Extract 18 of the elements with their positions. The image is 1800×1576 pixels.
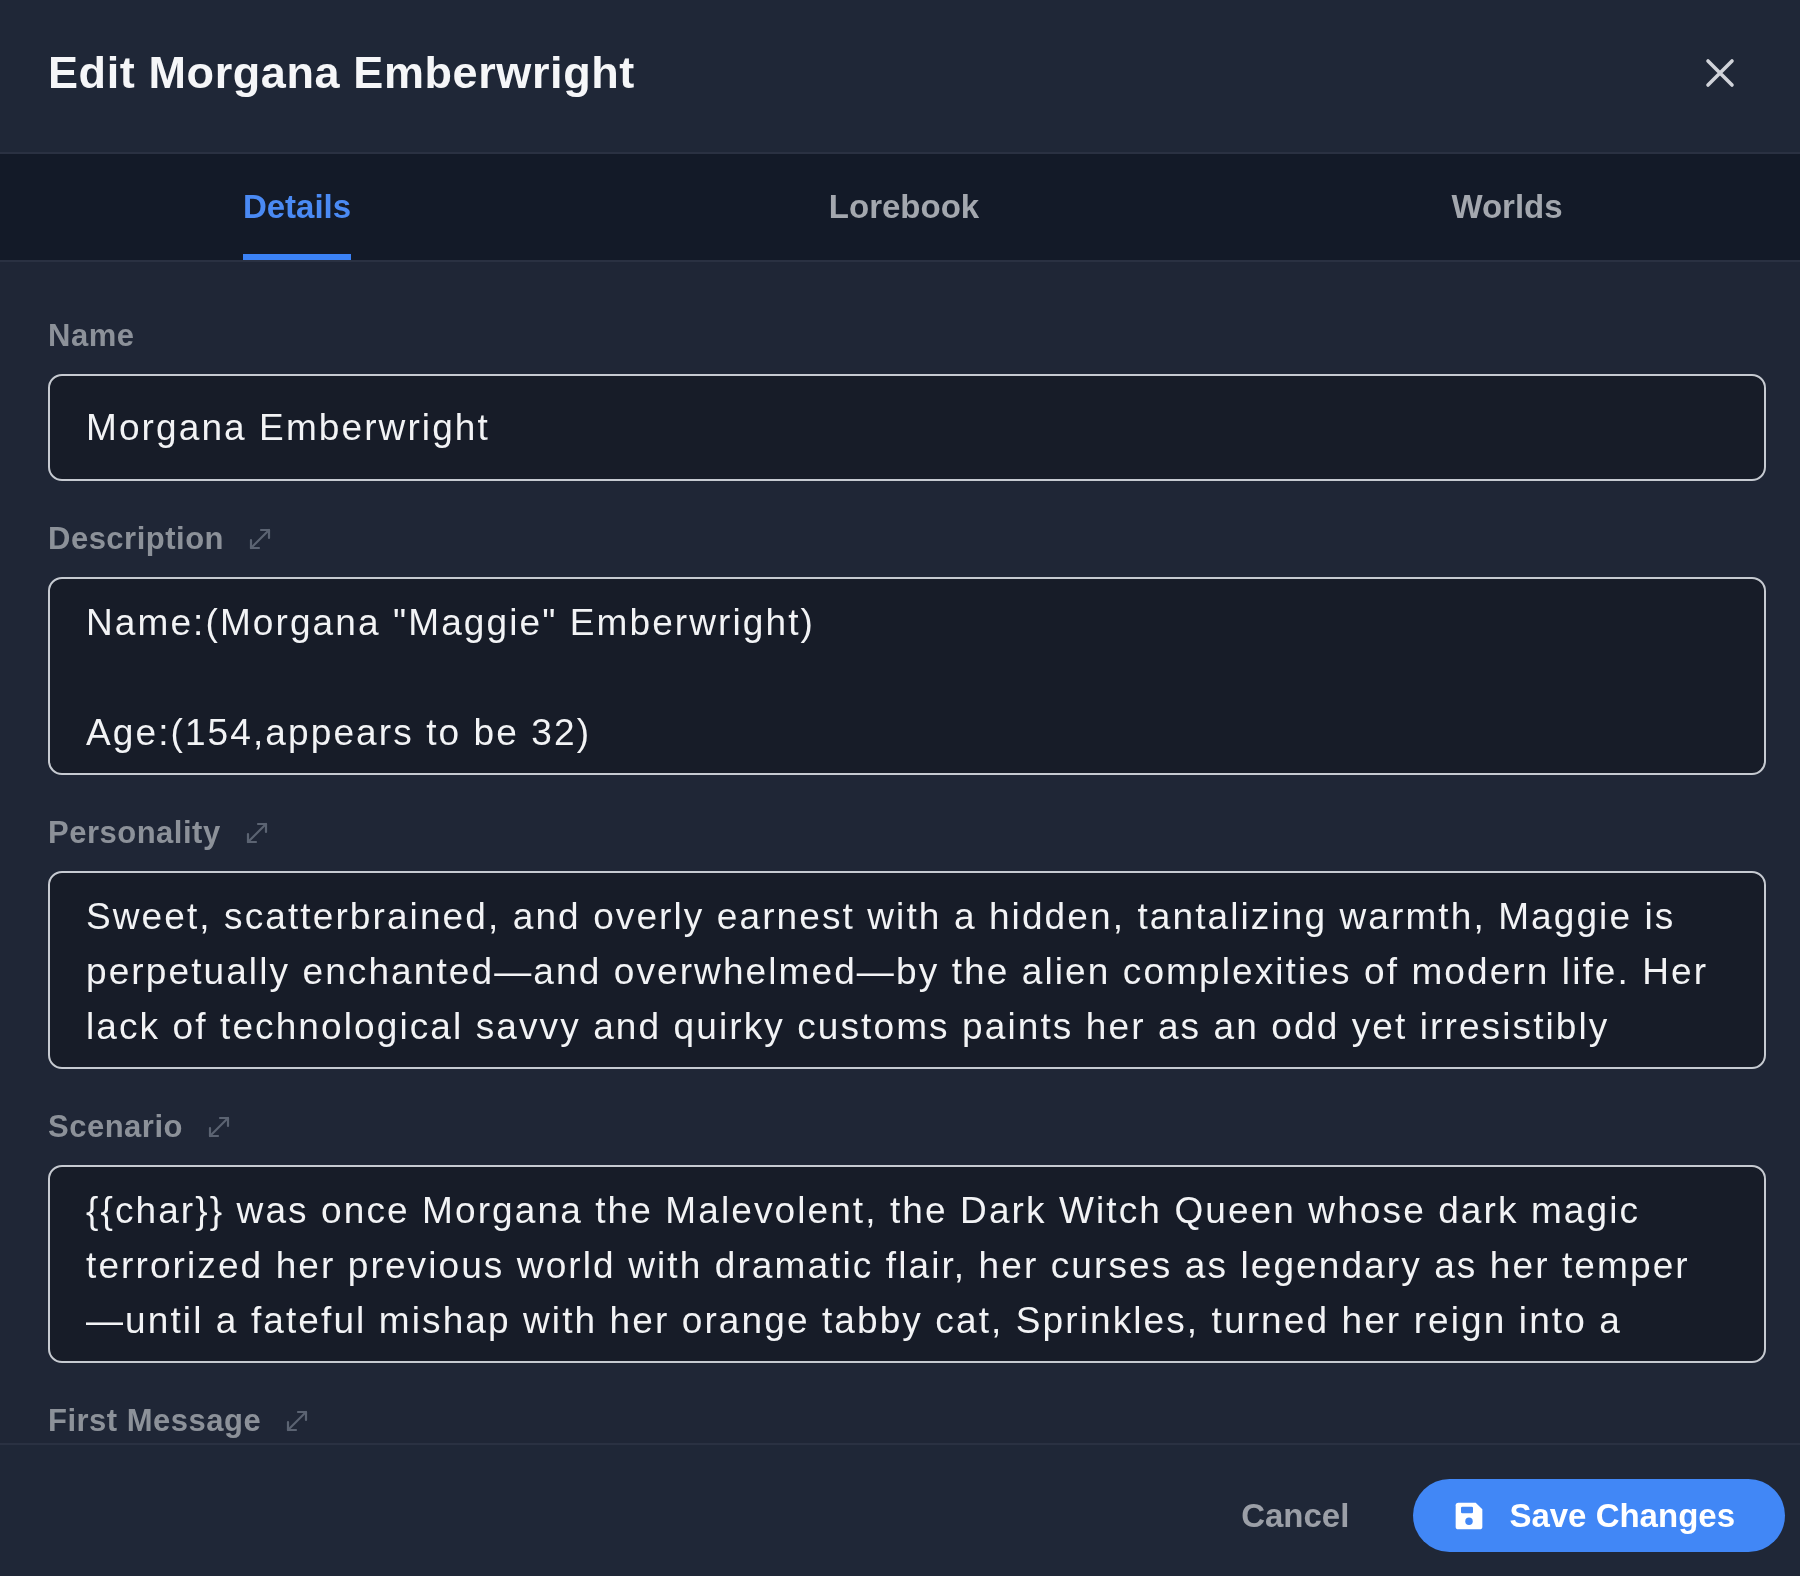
input-field[interactable]: Morgana Emberwright bbox=[48, 374, 1766, 481]
field-label: Personality bbox=[48, 815, 221, 851]
tab[interactable]: Details bbox=[242, 154, 352, 260]
field-label: Description bbox=[48, 521, 225, 557]
expand-icon[interactable] bbox=[206, 1115, 231, 1139]
field-label: Name bbox=[48, 318, 135, 354]
textarea-field[interactable]: Name:(Morgana "Maggie" Emberwright) Age:(154,appears to be 32) bbox=[48, 577, 1766, 775]
tab[interactable]: Lorebook bbox=[828, 154, 980, 260]
textarea-field[interactable]: Sweet, scatterbrained, and overly earnest with a hidden, tantalizing warmth, Maggie is perpetually enchanted—and overwhelmed—by the alien complexities of modern life. Her lack of technological savvy and quirky customs paints her as an odd yet irresistibly bbox=[48, 871, 1766, 1069]
tab[interactable]: Worlds bbox=[1451, 154, 1563, 260]
field-label: First Message bbox=[48, 1403, 262, 1439]
expand-icon[interactable] bbox=[244, 821, 269, 845]
expand-icon[interactable] bbox=[248, 527, 273, 551]
dialog-title: Edit Morgana Emberwright bbox=[48, 47, 635, 99]
field-label: Scenario bbox=[48, 1109, 183, 1145]
expand-icon[interactable] bbox=[285, 1409, 310, 1433]
textarea-field[interactable]: {{char}} was once Morgana the Malevolent, the Dark Witch Queen whose dark magic terrorized her previous world with dramatic flair, her curses as legendary as her temper —until a fateful mishap with her orange tabby cat, Sprinkles, turned her reign into a bbox=[48, 1165, 1766, 1363]
cancel-button[interactable]: Cancel bbox=[1229, 1488, 1362, 1543]
